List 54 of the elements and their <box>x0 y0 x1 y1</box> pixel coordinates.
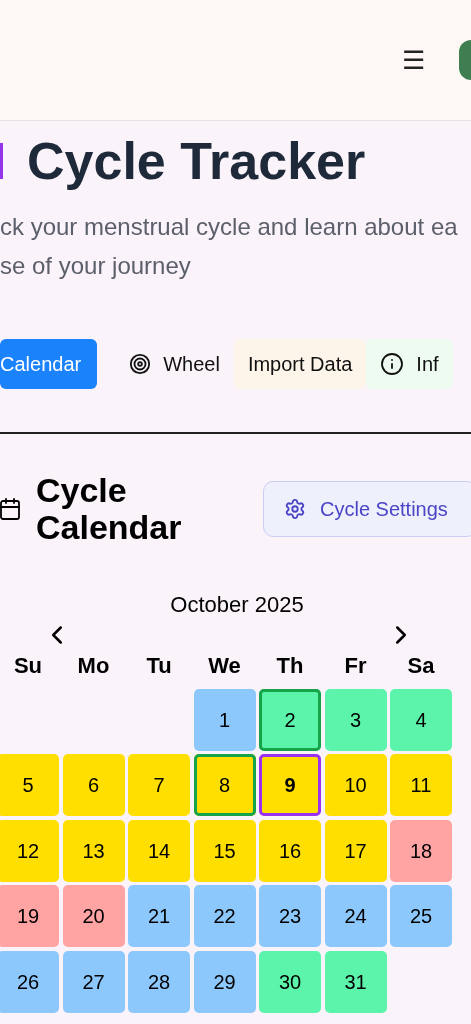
day-cell[interactable]: 9 <box>259 754 321 816</box>
day-cell[interactable]: 29 <box>193 950 256 1013</box>
day-cell[interactable]: 10 <box>324 754 387 816</box>
day-cell[interactable]: 18 <box>390 819 452 882</box>
weekday-header: We <box>207 652 242 680</box>
day-cell[interactable]: 30 <box>259 950 321 1013</box>
day-cell[interactable]: 19 <box>0 885 59 947</box>
day-cell[interactable]: 17 <box>324 819 387 882</box>
day-cell[interactable]: 21 <box>128 885 190 947</box>
day-cell[interactable]: 20 <box>62 885 125 947</box>
section-title: Cycle Calendar <box>36 472 183 546</box>
weekday-header: Tu <box>145 652 173 680</box>
menu-button[interactable]: ☰ <box>402 47 425 73</box>
weekday-header: Th <box>275 652 305 680</box>
day-cell[interactable]: 15 <box>193 819 256 882</box>
subtitle-line: se of your journey <box>0 251 192 281</box>
day-cell[interactable]: 1 <box>193 688 256 751</box>
day-cell[interactable]: 7 <box>128 754 190 816</box>
tab[interactable]: Calendar <box>0 339 98 389</box>
day-cell[interactable]: 8 <box>193 754 256 816</box>
target-icon <box>129 353 152 375</box>
month-label: October 2025 <box>169 591 305 619</box>
calendar-icon <box>0 497 22 521</box>
weekday-header: Sa <box>406 652 436 680</box>
day-cell[interactable]: 25 <box>390 885 452 947</box>
info-icon <box>380 352 405 376</box>
tab[interactable]: Import Data <box>233 339 367 389</box>
day-cell[interactable]: 3 <box>324 688 387 751</box>
settings-button[interactable]: Cycle Settings <box>263 481 471 537</box>
day-cell[interactable]: 6 <box>62 754 125 816</box>
weekday-header: Fr <box>343 652 368 680</box>
day-cell[interactable]: 13 <box>62 819 125 882</box>
weekday-header: Mo <box>76 652 111 680</box>
day-cell[interactable]: 16 <box>259 819 321 882</box>
day-cell[interactable]: 24 <box>324 885 387 947</box>
day-cell[interactable]: 23 <box>259 885 321 947</box>
day-cell[interactable]: 22 <box>193 885 256 947</box>
tab[interactable]: Wheel <box>115 339 234 389</box>
day-cell[interactable]: 14 <box>128 819 190 882</box>
day-cell[interactable]: 11 <box>390 754 452 816</box>
day-cell[interactable]: 27 <box>62 950 125 1013</box>
subtitle-line: ck your menstrual cycle and learn about ea <box>0 212 459 242</box>
day-cell[interactable]: 26 <box>0 950 59 1013</box>
avatar[interactable] <box>459 40 471 80</box>
day-cell[interactable]: 4 <box>390 688 452 751</box>
day-cell[interactable]: 31 <box>324 950 387 1013</box>
day-cell[interactable]: 2 <box>259 688 321 751</box>
logo-icon <box>0 143 3 179</box>
weekday-header: Su <box>12 652 44 680</box>
tab[interactable]: Inf <box>366 339 453 389</box>
day-cell[interactable]: 5 <box>0 754 59 816</box>
settings-icon <box>284 498 306 520</box>
day-cell[interactable]: 12 <box>0 819 59 882</box>
day-cell[interactable]: 28 <box>128 950 190 1013</box>
